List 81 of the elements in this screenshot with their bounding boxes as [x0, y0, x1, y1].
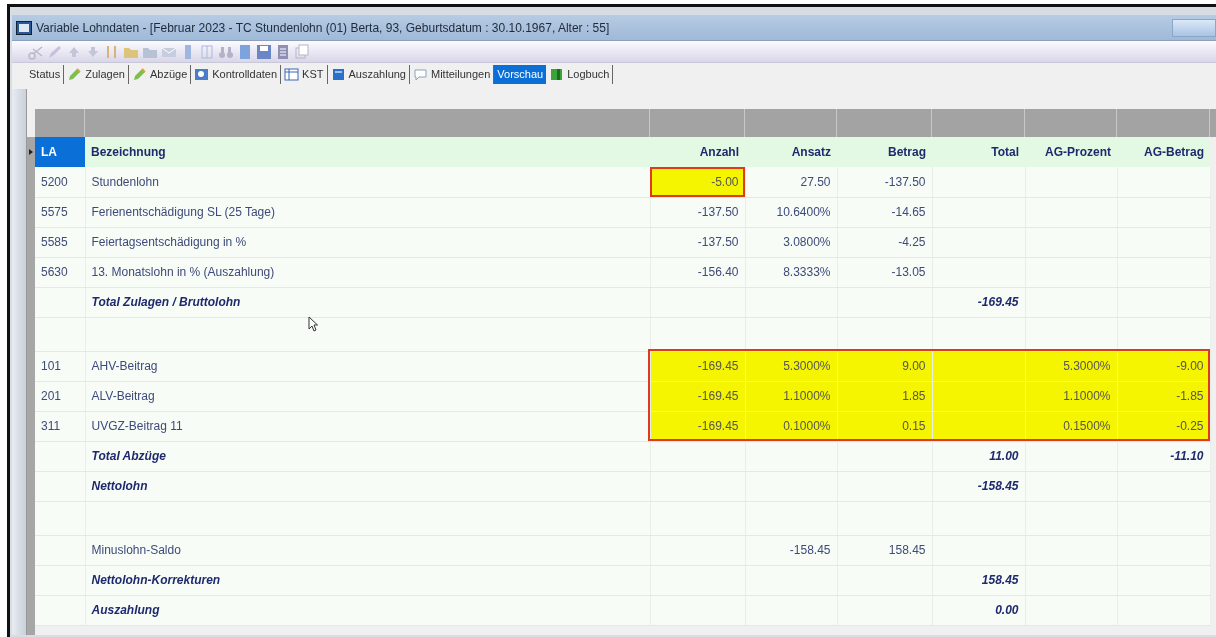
table-cell: -137.50 [837, 167, 932, 197]
table-cell: 0.00 [932, 595, 1025, 625]
column-header[interactable]: Total [932, 137, 1025, 167]
table-cell: 158.45 [837, 535, 932, 565]
pencil-icon [131, 66, 147, 82]
highlighted-cell: -169.45 [650, 381, 745, 411]
highlighted-cell: 5.3000% [745, 351, 837, 381]
column-header[interactable]: LA [35, 137, 85, 167]
table-cell: Nettolohn [85, 471, 650, 501]
row-pointer-icon [29, 149, 33, 155]
table-cell: -11.10 [1117, 441, 1210, 471]
table-cell: 5630 [35, 257, 85, 287]
table-cell: 10.6400% [745, 197, 837, 227]
table-cell: -156.40 [650, 257, 745, 287]
table-cell: 158.45 [932, 565, 1025, 595]
column-header[interactable]: Bezeichnung [85, 137, 650, 167]
table-cell: -4.25 [837, 227, 932, 257]
column-header[interactable]: Betrag [837, 137, 932, 167]
highlighted-cell: -169.45 [650, 351, 745, 381]
table-cell: ALV-Beitrag [85, 381, 650, 411]
table-cell: 13. Monatslohn in % (Auszahlung) [85, 257, 650, 287]
speech-bubble-icon [413, 66, 428, 82]
tab[interactable]: Kontrolldaten [191, 64, 282, 84]
tab[interactable]: Logbuch [546, 64, 614, 84]
tab[interactable]: Zulagen [64, 64, 129, 84]
table-cell: 5200 [35, 167, 85, 197]
tab[interactable]: Auszahlung [327, 64, 410, 84]
table-cell: 5575 [35, 197, 85, 227]
table-cell: 11.00 [932, 441, 1025, 471]
highlighted-cell: 1.1000% [1025, 381, 1117, 411]
document-icon[interactable] [237, 43, 253, 60]
pencil-icon [67, 66, 83, 82]
tab[interactable]: KST [281, 64, 328, 84]
window-title: Variable Lohndaten - [Februar 2023 - TC Stundenlohn (01) Berta, 93, Geburtsdatum : 30.10.1967, Alter : 55] [36, 20, 611, 35]
tab[interactable]: Vorschau [494, 64, 547, 84]
table-cell: AHV-Beitrag [85, 351, 650, 381]
tab[interactable]: Status [26, 64, 65, 84]
table-cell: -14.65 [837, 197, 932, 227]
column-icon[interactable] [199, 43, 215, 60]
highlighted-cell: -5.00 [650, 167, 745, 197]
table-cell: Nettolohn-Korrekturen [85, 565, 650, 595]
scissors-icon[interactable] [28, 43, 44, 60]
document-icon[interactable] [275, 43, 291, 60]
window-button[interactable] [1172, 18, 1216, 37]
table-cell: 201 [35, 381, 85, 411]
table-cell: UVGZ-Beitrag 11 [85, 411, 650, 441]
column-header[interactable]: AG-Prozent [1025, 137, 1117, 167]
table-cell: Auszahlung [85, 595, 650, 625]
table-cell: 8.3333% [745, 257, 837, 287]
book-icon [330, 66, 346, 82]
table-cell: Feiertagsentschädigung in % [85, 227, 650, 257]
window-icon [16, 20, 32, 35]
highlighted-cell: 1.1000% [745, 381, 837, 411]
table-cell: 3.0800% [745, 227, 837, 257]
book-icon [549, 66, 565, 82]
table-cell: 27.50 [745, 167, 837, 197]
column-header[interactable]: AG-Betrag [1117, 137, 1210, 167]
table-cell: -137.50 [650, 197, 745, 227]
tab[interactable]: Abzüge [128, 64, 192, 84]
table-cell: Minuslohn-Saldo [85, 535, 650, 565]
table-cell: 311 [35, 411, 85, 441]
table-cell: -13.05 [837, 257, 932, 287]
table-icon [284, 66, 300, 82]
highlighted-cell: 1.85 [837, 381, 932, 411]
table-cell: Total Zulagen / Bruttolohn [85, 287, 650, 317]
floppy-icon[interactable] [256, 43, 272, 60]
table-cell: -158.45 [932, 471, 1025, 501]
highlighted-cell: 9.00 [837, 351, 932, 381]
table-cell: -169.45 [932, 287, 1025, 317]
column-header[interactable]: Anzahl [650, 137, 745, 167]
column-header[interactable]: Ansatz [745, 137, 837, 167]
pencil-icon[interactable] [47, 43, 63, 60]
highlighted-cell: 5.3000% [1025, 351, 1117, 381]
copy-icon[interactable] [294, 43, 310, 60]
table-cell: 101 [35, 351, 85, 381]
table-cell: Ferienentschädigung SL (25 Tage) [85, 197, 650, 227]
table-cell: Total Abzüge [85, 441, 650, 471]
table-cell: Stundenlohn [85, 167, 650, 197]
table-cell: -137.50 [650, 227, 745, 257]
table-cell: 5585 [35, 227, 85, 257]
table-cell: -158.45 [745, 535, 837, 565]
